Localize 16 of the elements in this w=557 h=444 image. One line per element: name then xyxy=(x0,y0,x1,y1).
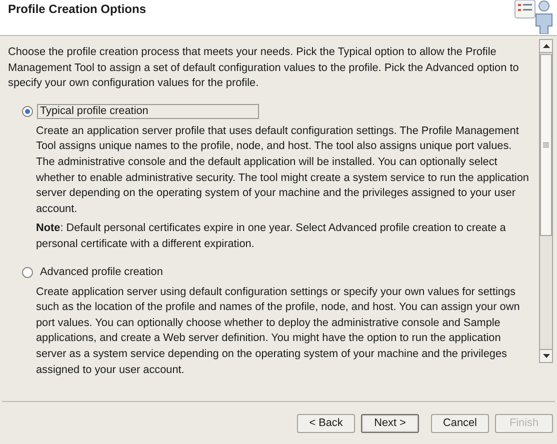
dialog-button[interactable]: Next > xyxy=(361,414,419,432)
option-label[interactable]: Advanced profile creation xyxy=(37,265,166,280)
intro-text: Choose the profile creation process that meets your needs. Pick the Typical option to allow the Profile Management Tool to assign a set of default configuration values to the profile. Pick the Advanced option to specify your own configuration values for the profile. xyxy=(8,45,520,92)
page-title: Profile Creation Options xyxy=(8,2,146,16)
radio-button[interactable] xyxy=(22,106,33,118)
vertical-scrollbar[interactable] xyxy=(539,39,553,363)
option-description: Create application server using default configuration settings or specify your own values for settings such as the location of the profile and names of the profile, node, and host. You can assign your own port values. You can optionally choose whether to deploy the administrative console and Sample applications, and create a Web server definition. You might have the option to run the application server as a system service depending on the operating system of your machine and the privileges assigned to your user account. xyxy=(36,284,521,378)
scroll-down-icon[interactable] xyxy=(542,354,550,358)
radio-button[interactable] xyxy=(22,267,33,278)
option-description: Create an application server profile that uses default configuration settings. The Profile Management Tool assigns unique names to the profile, node, and host. The tool also assigns unique port values. The administrative console and the default application will be installed. You can optionally select whether to enable administrative security. The tool might create a system service to run the application server depending on the operating system of your machine and the privileges assigned to your user account. xyxy=(36,124,530,217)
dialog-button[interactable]: Cancel xyxy=(431,414,489,432)
option-label[interactable]: Typical profile creation xyxy=(37,104,259,120)
scroll-up-icon[interactable] xyxy=(542,44,550,48)
note-text: Note: Default personal certificates expire in one year. Select Advanced profile creation to create a personal certificate with a different expiration. xyxy=(36,221,507,252)
dialog-button[interactable]: < Back xyxy=(297,414,355,432)
scroll-thumb[interactable] xyxy=(540,54,552,236)
